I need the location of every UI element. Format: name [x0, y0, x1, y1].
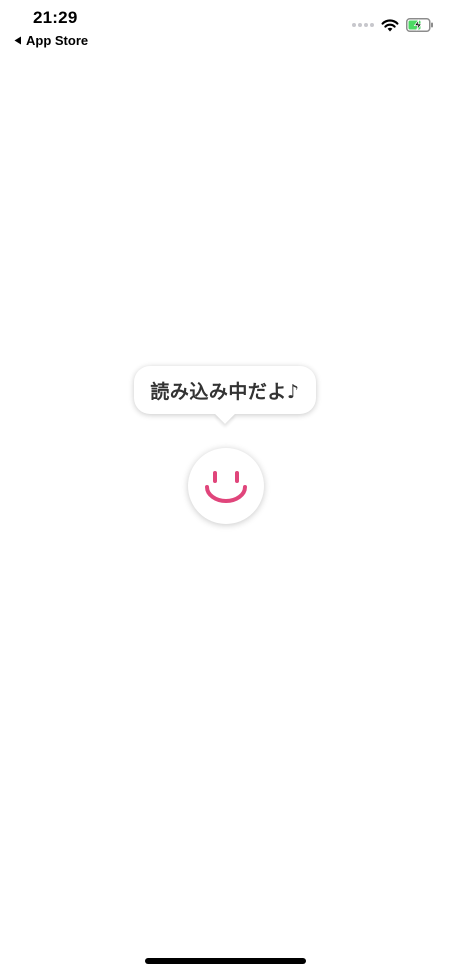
status-indicators [352, 18, 434, 32]
loading-speech-bubble: 読み込み中だよ♪ [134, 366, 316, 424]
smiley-face-icon [205, 471, 247, 503]
back-triangle-icon [14, 36, 21, 45]
back-link-label: App Store [26, 33, 89, 48]
signal-dots-icon [352, 23, 374, 27]
battery-charging-icon [406, 18, 433, 32]
back-to-app-store-link[interactable]: App Store [14, 33, 88, 48]
app-screen: 21:29 App Store 読み込み中だよ♪ [0, 0, 450, 974]
loading-message: 読み込み中だよ♪ [150, 380, 300, 403]
status-time: 21:29 [33, 8, 78, 27]
smiley-mascot [188, 448, 264, 524]
home-indicator[interactable] [145, 958, 306, 964]
wifi-icon [381, 18, 399, 31]
